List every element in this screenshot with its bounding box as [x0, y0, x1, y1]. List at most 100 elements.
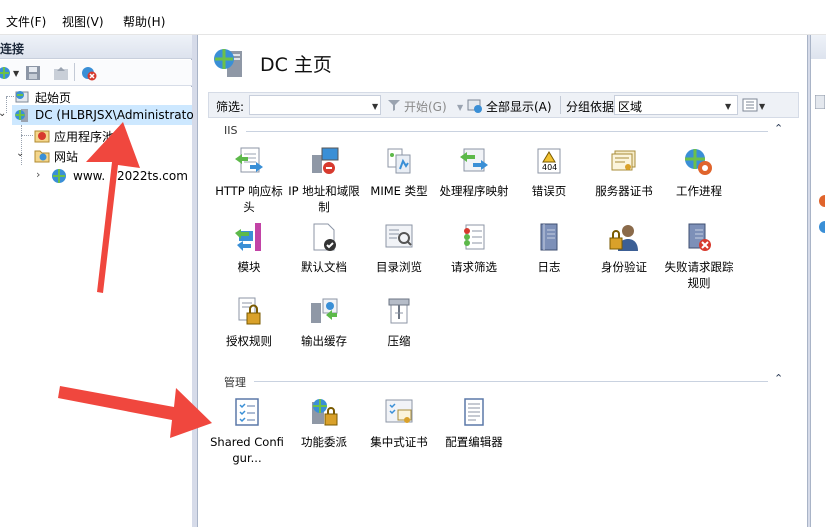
group-label-iis: IIS — [224, 124, 238, 137]
connections-panel: 连接 ▼ 起始页 ⌄ DC (HLBRJSX\Administrato 应用程序… — [0, 35, 194, 527]
certificate-icon — [608, 145, 640, 177]
filter-input[interactable] — [249, 95, 381, 115]
go-button[interactable]: 开始(G) — [404, 98, 447, 115]
feature-label: 压缩 — [387, 334, 411, 348]
group-header-iis: IIS ⌃ — [224, 122, 784, 140]
tree-item-start-page[interactable]: 起始页 — [0, 87, 192, 107]
chevron-right-icon[interactable]: › — [36, 168, 40, 181]
feature-label: 身份验证 — [601, 260, 647, 274]
failed-request-tracing-icon — [683, 221, 715, 253]
feature-label: 默认文档 — [301, 260, 347, 274]
feature-label: 授权规则 — [226, 334, 272, 348]
http-headers-icon — [233, 145, 265, 177]
actions-panel — [810, 35, 826, 527]
tree-label-sites: 网站 — [54, 150, 79, 164]
globe-icon — [51, 168, 67, 184]
connections-tree: 起始页 ⌄ DC (HLBRJSX\Administrato 应用程序池 ⌄ 网… — [0, 87, 194, 527]
app-pool-icon — [34, 127, 50, 143]
connect-icon[interactable] — [0, 65, 12, 81]
feature-label: 请求筛选 — [451, 260, 497, 274]
feature-label: 工作进程 — [676, 184, 722, 198]
handler-mappings-icon — [458, 145, 490, 177]
feature-label: 失败请求跟踪规则 — [664, 260, 734, 290]
server-home-icon — [212, 45, 246, 79]
tree-item-server[interactable]: ⌄ DC (HLBRJSX\Administrato — [0, 106, 194, 126]
action-icon[interactable] — [814, 94, 826, 110]
connections-toolbar: ▼ — [0, 60, 192, 86]
logging-icon — [533, 221, 565, 253]
modules-icon — [233, 221, 265, 253]
tree-label-site-right: 2022ts.com — [117, 169, 188, 183]
save-icon[interactable] — [25, 65, 41, 81]
show-all-icon — [467, 98, 483, 114]
tree-item-app-pools[interactable]: 应用程序池 — [0, 126, 192, 146]
configuration-editor-icon — [458, 396, 490, 428]
tree-label-server: DC (HLBRJSX\Administrato — [35, 108, 194, 122]
feature-label: 功能委派 — [301, 435, 347, 449]
filter-dropdown-caret[interactable]: ▼ — [372, 102, 378, 111]
error-page-icon: 404 — [533, 145, 565, 177]
menu-bar: 文件(F) 视图(V) 帮助(H) — [0, 0, 826, 35]
feature-label: 错误页 — [531, 184, 567, 198]
feature-label: MIME 类型 — [370, 184, 428, 198]
up-level-icon[interactable] — [53, 65, 69, 81]
filter-separator — [560, 96, 561, 114]
feature-label: IP 地址和域限制 — [288, 184, 360, 214]
chevron-down-icon[interactable]: ⌄ — [0, 108, 6, 119]
compression-icon — [383, 295, 415, 327]
menu-view[interactable]: 视图(V) — [62, 13, 104, 30]
sites-folder-icon — [34, 147, 50, 163]
worker-process-icon — [683, 145, 715, 177]
authentication-icon — [608, 221, 640, 253]
home-content: DC 主页 筛选: ▼ 开始(G) ▼ 全部显示(A) 分组依据: 区域 ▼ ▼… — [197, 35, 808, 527]
toolbar-separator — [74, 63, 75, 81]
feature-label: 配置编辑器 — [445, 435, 503, 449]
centralized-certificates-icon — [383, 396, 415, 428]
tree-item-sites[interactable]: ⌄ 网站 — [0, 146, 192, 166]
menu-file[interactable]: 文件(F) — [6, 13, 46, 30]
shared-configuration-icon — [231, 396, 263, 428]
connect-dropdown-caret[interactable]: ▼ — [13, 69, 19, 78]
view-mode-icon[interactable] — [742, 97, 758, 113]
page-title: DC 主页 — [260, 54, 332, 76]
tree-label-start-page: 起始页 — [35, 91, 72, 105]
action-icon[interactable] — [817, 195, 826, 207]
show-all-button[interactable]: 全部显示(A) — [486, 98, 552, 115]
group-header-management: 管理 ⌃ — [224, 372, 784, 390]
server-icon — [14, 107, 30, 123]
default-document-icon — [308, 221, 340, 253]
group-by-caret[interactable]: ▼ — [725, 102, 731, 111]
tree-item-site[interactable]: › www. 2022ts.com — [0, 167, 192, 187]
group-by-label: 分组依据: — [566, 100, 619, 114]
feature-label: HTTP 响应标头 — [215, 184, 283, 214]
filter-label: 筛选: — [216, 100, 245, 114]
group-divider — [254, 381, 768, 382]
feature-label: 日志 — [537, 260, 561, 274]
feature-label: 模块 — [237, 260, 261, 274]
funnel-icon — [387, 98, 401, 112]
feature-label: Shared Configur... — [210, 435, 284, 465]
help-icon[interactable] — [817, 221, 826, 233]
disconnect-icon[interactable] — [81, 65, 97, 81]
output-caching-icon — [308, 295, 340, 327]
group-by-select[interactable]: 区域 ▼ — [614, 95, 738, 115]
feature-label: 服务器证书 — [595, 184, 653, 198]
request-filtering-icon — [458, 221, 490, 253]
group-label-management: 管理 — [224, 376, 246, 389]
menu-help[interactable]: 帮助(H) — [123, 13, 165, 30]
group-divider — [246, 131, 768, 132]
filter-bar: 筛选: ▼ 开始(G) ▼ 全部显示(A) 分组依据: 区域 ▼ ▼ — [208, 92, 799, 118]
actions-header — [811, 35, 826, 59]
chevron-down-icon[interactable]: ⌄ — [16, 148, 24, 159]
group-by-value: 区域 — [618, 100, 643, 114]
collapse-iis-icon[interactable]: ⌃ — [774, 122, 783, 135]
directory-browsing-icon — [383, 221, 415, 253]
tree-label-site-left: www. — [73, 169, 106, 183]
authorization-rules-icon — [233, 295, 265, 327]
connections-title: 连接 — [0, 42, 25, 56]
go-dropdown-caret[interactable]: ▼ — [457, 103, 463, 112]
tree-label-app-pools: 应用程序池 — [54, 130, 115, 144]
feature-label: 处理程序映射 — [439, 184, 509, 198]
view-mode-caret[interactable]: ▼ — [759, 102, 765, 111]
collapse-management-icon[interactable]: ⌃ — [774, 372, 783, 385]
